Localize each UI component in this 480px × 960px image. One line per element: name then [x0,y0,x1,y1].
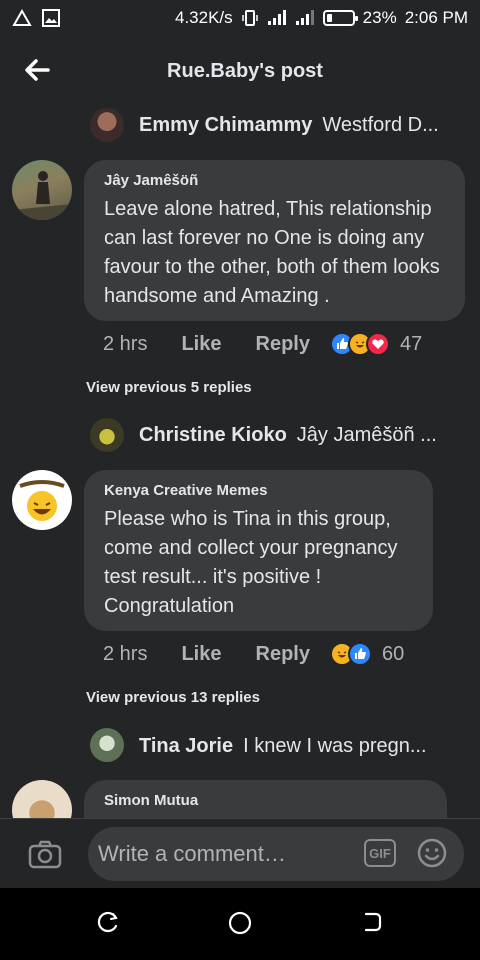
comment-time: 2 hrs [103,332,148,355]
clock: 2:06 PM [404,8,468,27]
navigation-icon [12,9,32,26]
reply-author[interactable]: Christine Kioko [139,424,287,447]
camera-icon[interactable] [28,839,62,869]
like-button[interactable]: Like [181,643,221,666]
comment-composer: Write a comment… GIF [0,818,480,888]
like-button[interactable]: Like [181,333,221,356]
reply-snippet: I knew I was pregn... [243,735,427,757]
avatar[interactable] [90,418,124,452]
reply-author[interactable]: Tina Jorie [139,735,233,758]
reaction-count[interactable]: 60 [382,643,404,666]
comment-input[interactable]: Write a comment… GIF [88,827,464,881]
comment-author[interactable]: Simon Mutua [104,792,427,809]
view-previous-replies-link[interactable]: View previous 5 replies [86,379,252,396]
network-speed: 4.32K/s [175,8,233,27]
reaction-icons[interactable] [329,642,372,666]
reply-preview[interactable]: Christine Kioko Jây Jamêšöñ ... [139,424,437,447]
vibrate-icon [241,10,258,26]
comment-text: Please who is Tina in this group, come a… [104,508,398,617]
battery-icon [322,10,358,26]
status-bar: 4.32K/s 23% 2:06 PM [0,0,480,36]
reply-button[interactable]: Reply [256,333,310,356]
image-icon [42,9,60,27]
post-header: Rue.Baby's post [0,36,480,106]
comment-text: Leave alone hatred, This relationship ca… [104,198,440,307]
reaction-icons[interactable] [329,332,390,356]
recent-apps-icon[interactable] [96,910,120,934]
signal-icon [267,10,286,25]
laughing-emoji-icon [19,480,65,521]
view-previous-replies-link[interactable]: View previous 13 replies [86,689,260,706]
page-title: Rue.Baby's post [167,60,323,82]
comment-placeholder: Write a comment… [98,841,286,866]
comment-author[interactable]: Jây Jamêšöñ [104,172,445,189]
reply-preview[interactable]: Tina Jorie I knew I was pregn... [139,735,427,758]
system-navigation-bar [0,888,480,960]
gif-button[interactable]: GIF [364,839,396,867]
battery-percent: 23% [362,8,397,27]
avatar[interactable] [12,160,72,220]
reply-preview[interactable]: Emmy Chimammy Westford D... [139,114,439,137]
avatar[interactable] [90,728,124,762]
comment-bubble[interactable]: Jây Jamêšöñ Leave alone hatred, This rel… [84,160,465,321]
love-reaction-icon [365,332,390,356]
reply-snippet: Westford D... [322,114,439,136]
signal-icon-2 [295,10,314,25]
comment-author[interactable]: Kenya Creative Memes [104,482,413,499]
emoji-icon[interactable] [416,837,448,869]
reaction-count[interactable]: 47 [400,333,422,356]
comment-actions: 2 hrs Like Reply 47 [103,332,422,356]
avatar[interactable] [90,108,124,142]
comment-actions: 2 hrs Like Reply 60 [103,642,404,666]
reply-author[interactable]: Emmy Chimammy [139,114,312,137]
reply-snippet: Jây Jamêšöñ ... [296,424,437,446]
person-silhouette-icon [12,171,72,220]
comment-time: 2 hrs [103,642,148,665]
reply-button[interactable]: Reply [256,643,310,666]
avatar[interactable] [12,470,72,530]
comment-bubble[interactable]: Kenya Creative Memes Please who is Tina … [84,470,433,631]
back-nav-icon[interactable] [360,910,384,934]
like-reaction-icon [347,642,372,666]
home-icon[interactable] [227,910,253,936]
